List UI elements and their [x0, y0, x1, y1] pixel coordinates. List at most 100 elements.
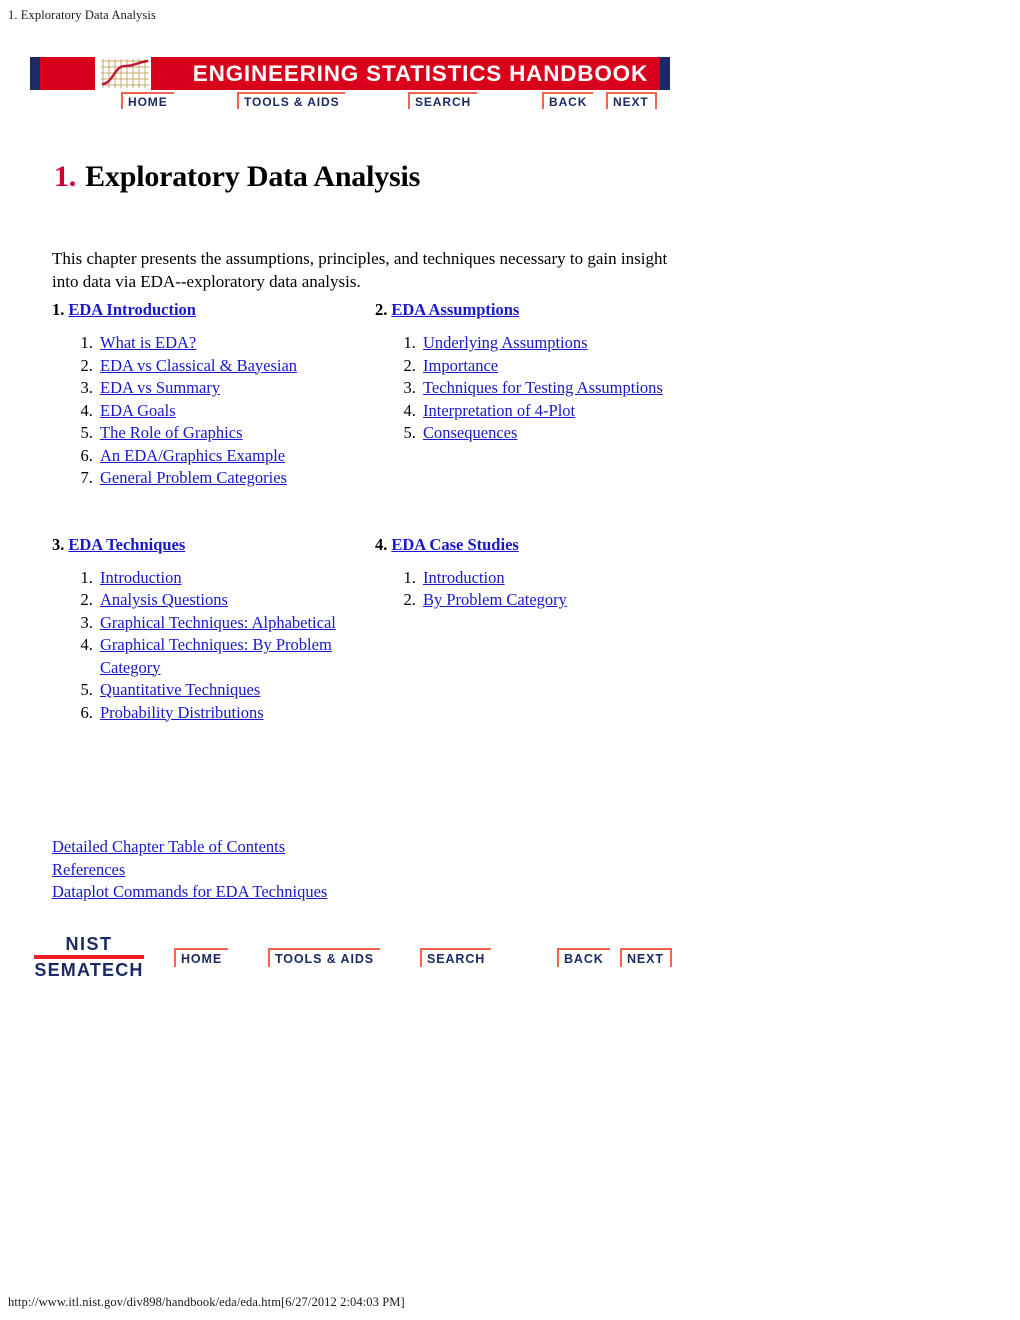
extra-links: Detailed Chapter Table of Contents Refer…	[52, 836, 327, 904]
section-4-list: Introduction By Problem Category	[375, 567, 672, 612]
footer-nav-button-next[interactable]: NEXT	[620, 948, 672, 967]
footer-nav-button-search-label: SEARCH	[427, 951, 486, 966]
section-1-item-2[interactable]: EDA vs Classical & Bayesian	[100, 356, 297, 375]
section-2-item-5[interactable]: Consequences	[423, 423, 517, 442]
nav-button-tools-and-aids[interactable]: TOOLS & AIDS	[237, 92, 346, 109]
section-heading-2: 2. EDA Assumptions	[375, 300, 672, 320]
section-column-1: 1.EDA Introduction What is EDA? EDA vs C…	[52, 300, 362, 490]
list-item: Importance	[420, 355, 672, 378]
page-title: 1. Exploratory Data Analysis	[54, 160, 420, 194]
list-item: An EDA/Graphics Example	[97, 445, 362, 468]
list-item: Consequences	[420, 422, 672, 445]
list-item: Underlying Assumptions	[420, 332, 672, 355]
banner-red-block-left	[40, 57, 95, 90]
link-references[interactable]: References	[52, 859, 327, 882]
list-item: Probability Distributions	[97, 702, 362, 725]
footer-nav-button-back[interactable]: BACK	[557, 948, 610, 967]
section-number-4: 4.	[375, 534, 388, 554]
list-item: Analysis Questions	[97, 589, 362, 612]
list-item: Introduction	[97, 567, 362, 590]
banner-bar: ENGINEERING STATISTICS HANDBOOK	[30, 57, 670, 90]
list-item: What is EDA?	[97, 332, 362, 355]
nist-logo-bar	[34, 955, 144, 959]
banner-title: ENGINEERING STATISTICS HANDBOOK	[192, 60, 648, 86]
nist-logo-line1: NIST	[65, 934, 113, 954]
section-link-4[interactable]: EDA Case Studies	[391, 535, 518, 554]
banner-right-cap	[660, 57, 670, 90]
page-title-text: Exploratory Data Analysis	[85, 160, 421, 194]
line-chart-grid-icon	[99, 57, 151, 90]
section-3-list: Introduction Analysis Questions Graphica…	[52, 567, 362, 725]
nav-button-next-label: NEXT	[613, 95, 649, 109]
section-4-item-2[interactable]: By Problem Category	[423, 590, 567, 609]
section-3-item-4[interactable]: Graphical Techniques: By Problem Categor…	[100, 635, 332, 677]
nav-button-search[interactable]: SEARCH	[408, 92, 478, 109]
banner-title-area: ENGINEERING STATISTICS HANDBOOK	[151, 57, 660, 90]
page-title-number: 1.	[54, 160, 77, 194]
section-column-2: 2.EDA Assumptions Underlying Assumptions…	[362, 300, 672, 490]
footer-nav-button-tools-and-aids-label: TOOLS & AIDS	[275, 951, 375, 966]
nav-button-tools-and-aids-label: TOOLS & AIDS	[244, 95, 340, 109]
footer-nav-button-home-label: HOME	[181, 951, 223, 966]
list-item: EDA Goals	[97, 400, 362, 423]
section-link-1[interactable]: EDA Introduction	[68, 300, 196, 319]
section-3-item-5[interactable]: Quantitative Techniques	[100, 680, 260, 699]
section-link-3[interactable]: EDA Techniques	[68, 535, 185, 554]
section-3-item-2[interactable]: Analysis Questions	[100, 590, 228, 609]
list-item: By Problem Category	[420, 589, 672, 612]
section-column-3: 3.EDA Techniques Introduction Analysis Q…	[52, 535, 362, 725]
section-1-item-3[interactable]: EDA vs Summary	[100, 378, 220, 397]
section-1-item-6[interactable]: An EDA/Graphics Example	[100, 446, 285, 465]
footer-nav-button-back-label: BACK	[564, 951, 604, 966]
list-item: The Role of Graphics	[97, 422, 362, 445]
nav-button-next[interactable]: NEXT	[606, 92, 657, 109]
footer-nav-button-home[interactable]: HOME	[174, 948, 229, 967]
nav-button-home-label: HOME	[128, 95, 168, 109]
nav-button-back[interactable]: BACK	[542, 92, 594, 109]
section-1-item-7[interactable]: General Problem Categories	[100, 468, 287, 487]
banner-left-cap	[30, 57, 40, 90]
chapter-contents-grid: 1.EDA Introduction What is EDA? EDA vs C…	[52, 300, 672, 724]
section-2-item-3[interactable]: Techniques for Testing Assumptions	[423, 378, 663, 397]
footer-nav-button-search[interactable]: SEARCH	[420, 948, 492, 967]
section-1-item-4[interactable]: EDA Goals	[100, 401, 176, 420]
section-3-item-3[interactable]: Graphical Techniques: Alphabetical	[100, 613, 336, 632]
print-header-title: 1. Exploratory Data Analysis	[8, 8, 156, 22]
contents-row-2: 3.EDA Techniques Introduction Analysis Q…	[52, 535, 672, 725]
nav-button-back-label: BACK	[549, 95, 588, 109]
section-2-item-4[interactable]: Interpretation of 4-Plot	[423, 401, 575, 420]
list-item: Graphical Techniques: Alphabetical	[97, 612, 362, 635]
section-number-3: 3.	[52, 534, 65, 554]
list-item: Introduction	[420, 567, 672, 590]
list-item: Interpretation of 4-Plot	[420, 400, 672, 423]
link-dataplot-commands[interactable]: Dataplot Commands for EDA Techniques	[52, 881, 327, 904]
intro-paragraph: This chapter presents the assumptions, p…	[52, 249, 668, 291]
section-4-item-1[interactable]: Introduction	[423, 568, 505, 587]
list-item: Graphical Techniques: By Problem Categor…	[97, 634, 362, 679]
section-heading-4: 4. EDA Case Studies	[375, 535, 672, 555]
list-item: Techniques for Testing Assumptions	[420, 377, 672, 400]
section-1-item-1[interactable]: What is EDA?	[100, 333, 196, 352]
footer-navigation: NIST SEMATECH HOME TOOLS & AIDS SEARCH B…	[30, 934, 690, 984]
section-2-item-1[interactable]: Underlying Assumptions	[423, 333, 588, 352]
section-1-item-5[interactable]: The Role of Graphics	[100, 423, 243, 442]
contents-row-1: 1.EDA Introduction What is EDA? EDA vs C…	[52, 300, 672, 490]
section-3-item-6[interactable]: Probability Distributions	[100, 703, 264, 722]
section-3-item-1[interactable]: Introduction	[100, 568, 182, 587]
section-2-item-2[interactable]: Importance	[423, 356, 498, 375]
site-banner: ENGINEERING STATISTICS HANDBOOK HOME TOO…	[30, 57, 670, 112]
list-item: EDA vs Summary	[97, 377, 362, 400]
section-heading-1: 1. EDA Introduction	[52, 300, 362, 320]
nist-logo-line2: SEMATECH	[34, 959, 144, 980]
nav-button-search-label: SEARCH	[415, 95, 472, 109]
nav-button-home[interactable]: HOME	[121, 92, 174, 109]
nist-sematech-logo: NIST SEMATECH	[34, 934, 144, 980]
footer-nav-button-next-label: NEXT	[627, 951, 664, 966]
list-item: EDA vs Classical & Bayesian	[97, 355, 362, 378]
link-detailed-chapter-toc[interactable]: Detailed Chapter Table of Contents	[52, 836, 327, 859]
top-navigation: HOME TOOLS & AIDS SEARCH BACK NEXT	[30, 92, 670, 112]
footer-nav-button-tools-and-aids[interactable]: TOOLS & AIDS	[268, 948, 381, 967]
section-heading-3: 3. EDA Techniques	[52, 535, 362, 555]
section-column-4: 4.EDA Case Studies Introduction By Probl…	[362, 535, 672, 725]
section-link-2[interactable]: EDA Assumptions	[391, 300, 519, 319]
